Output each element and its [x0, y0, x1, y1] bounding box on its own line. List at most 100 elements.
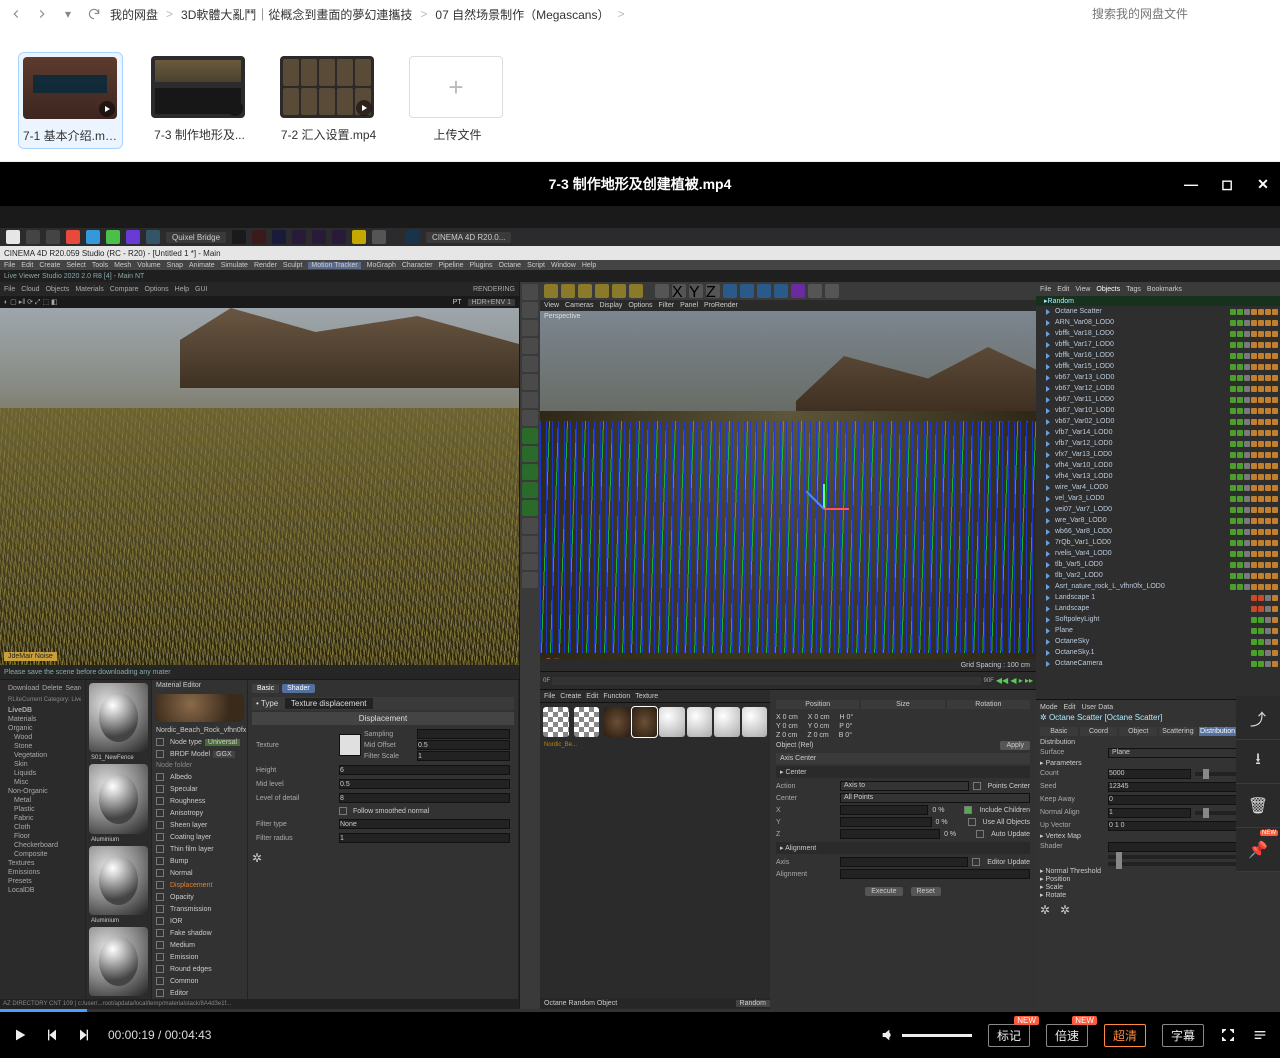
channel-item[interactable]: Anisotropy: [152, 807, 247, 819]
crumb-chapter[interactable]: 07 自然场景制作（Megascans）: [435, 6, 609, 23]
channel-item[interactable]: Displacement: [152, 879, 247, 891]
channel-item[interactable]: Thin film layer: [152, 843, 247, 855]
material-editor-preview[interactable]: Material Editor Nordic_Beach_Rock_vfhn0f…: [152, 680, 248, 999]
channel-item[interactable]: Common: [152, 975, 247, 987]
material-previews[interactable]: S01_NewFence Aluminium Aluminium: [86, 680, 152, 999]
object-row[interactable]: OctaneSky: [1036, 636, 1280, 647]
object-row[interactable]: OctaneSky.1: [1036, 647, 1280, 658]
channel-item[interactable]: Sheen layer: [152, 819, 247, 831]
channel-item[interactable]: Opacity: [152, 891, 247, 903]
crumb-root[interactable]: 我的网盘: [110, 6, 158, 23]
object-row[interactable]: vei07_Var7_LOD0: [1036, 504, 1280, 515]
window-close[interactable]: ✕: [1254, 176, 1272, 193]
coordinate-panel[interactable]: PositionSizeRotation X 0 cm X 0 cm H 0° …: [770, 690, 1036, 1009]
share-button[interactable]: ⤴: [1236, 696, 1280, 740]
object-list[interactable]: Octane ScatterARN_Var08_LOD0vbffk_Var18_…: [1036, 306, 1280, 699]
viewport-menu[interactable]: ViewCamerasDisplayOptionsFilterPanelProR…: [540, 300, 1036, 311]
pin-button[interactable]: 📌: [1236, 828, 1280, 872]
playlist-button[interactable]: [1252, 1027, 1268, 1043]
download-button[interactable]: ⭳: [1236, 740, 1280, 784]
object-row[interactable]: vb67_Var11_LOD0: [1036, 394, 1280, 405]
object-row[interactable]: OctaneCamera: [1036, 658, 1280, 669]
object-row[interactable]: vfx7_Var13_LOD0: [1036, 449, 1280, 460]
nav-refresh[interactable]: [84, 4, 104, 24]
c4d-viewport[interactable]: Perspective Z, X Grid Spacing : 100 cm: [540, 311, 1036, 671]
lv-toolbar[interactable]: ◐ ▢ ▸‖ ⟳ ⤢ ⬚ ◧PTHDR+ENV 1: [0, 296, 519, 308]
live-viewer-menu[interactable]: FileCloudObjectsMaterialsCompareOptionsH…: [0, 282, 519, 296]
object-row[interactable]: Octane Scatter: [1036, 306, 1280, 317]
fullscreen-button[interactable]: [1220, 1027, 1236, 1043]
upload-button[interactable]: + 上传文件: [405, 52, 510, 149]
speed-button[interactable]: 倍速NEW: [1046, 1024, 1088, 1047]
window-minimize[interactable]: —: [1182, 176, 1200, 192]
object-row[interactable]: wb66_Var8_LOD0: [1036, 526, 1280, 537]
viewport-toolbar[interactable]: XYZ: [540, 282, 1036, 300]
object-manager-tabs[interactable]: FileEditViewObjectsTagsBookmarks: [1036, 282, 1280, 296]
crumb-course[interactable]: 3D軟體大亂鬥｜從概念到畫面的夢幻連攜技: [181, 6, 412, 23]
window-maximize[interactable]: ◻: [1218, 176, 1236, 193]
livedb-panel[interactable]: DownloadDeleteSearch RLiteCurrent Catego…: [0, 680, 86, 999]
object-row[interactable]: vb67_Var02_LOD0: [1036, 416, 1280, 427]
channel-item[interactable]: Normal: [152, 867, 247, 879]
channel-item[interactable]: Round edges: [152, 963, 247, 975]
prev-button[interactable]: [44, 1027, 60, 1043]
search-input[interactable]: [1084, 3, 1274, 25]
play-button[interactable]: [12, 1027, 28, 1043]
file-item-3[interactable]: 7-2 汇入设置.mp4: [276, 52, 381, 149]
timeline-bar[interactable]: 0F90F ◀◀ ◀ ▸ ▸▸: [540, 671, 1036, 689]
channel-item[interactable]: Roughness: [152, 795, 247, 807]
object-row[interactable]: vbffk_Var15_LOD0: [1036, 361, 1280, 372]
channel-item[interactable]: Editor: [152, 987, 247, 999]
obj-root[interactable]: ▸ Random: [1036, 296, 1280, 306]
volume-control[interactable]: [880, 1027, 972, 1043]
object-row[interactable]: Landscape: [1036, 603, 1280, 614]
object-row[interactable]: 7rQb_Var1_LOD0: [1036, 537, 1280, 548]
delete-button[interactable]: 🗑: [1236, 784, 1280, 828]
channel-item[interactable]: Transmission: [152, 903, 247, 915]
quality-button[interactable]: 超清: [1104, 1024, 1146, 1047]
object-row[interactable]: vb67_Var10_LOD0: [1036, 405, 1280, 416]
object-row[interactable]: vfh4_Var13_LOD0: [1036, 471, 1280, 482]
object-row[interactable]: tlb_Var2_LOD0: [1036, 570, 1280, 581]
material-attributes[interactable]: BasicShader • Type Texture displacement …: [248, 680, 519, 999]
object-row[interactable]: wire_Var4_LOD0: [1036, 482, 1280, 493]
channel-item[interactable]: Albedo: [152, 771, 247, 783]
object-row[interactable]: SoftpoleyLight: [1036, 614, 1280, 625]
object-row[interactable]: wre_Var8_LOD0: [1036, 515, 1280, 526]
volume-slider[interactable]: [902, 1034, 972, 1037]
channel-item[interactable]: Specular: [152, 783, 247, 795]
video-frame[interactable]: Quixel Bridge CINEMA 4D R20.0... CINEMA …: [0, 206, 1280, 1009]
channel-item[interactable]: IOR: [152, 915, 247, 927]
file-item-2[interactable]: 7-3 制作地形及...: [147, 52, 252, 149]
nav-forward[interactable]: [32, 4, 52, 24]
subtitle-button[interactable]: 字幕: [1162, 1024, 1204, 1047]
next-button[interactable]: [76, 1027, 92, 1043]
object-row[interactable]: vel_Var3_LOD0: [1036, 493, 1280, 504]
channel-item[interactable]: Emission: [152, 951, 247, 963]
object-row[interactable]: vfb7_Var14_LOD0: [1036, 427, 1280, 438]
nav-dropdown[interactable]: ▾: [58, 4, 78, 24]
mark-button[interactable]: 标记NEW: [988, 1024, 1030, 1047]
channel-item[interactable]: Bump: [152, 855, 247, 867]
left-tool-palette[interactable]: [520, 282, 540, 1009]
object-row[interactable]: vbffk_Var16_LOD0: [1036, 350, 1280, 361]
object-row[interactable]: rvelis_Var4_LOD0: [1036, 548, 1280, 559]
material-swatches[interactable]: [540, 702, 770, 740]
object-row[interactable]: vbffk_Var18_LOD0: [1036, 328, 1280, 339]
nav-back[interactable]: [6, 4, 26, 24]
material-manager-menu[interactable]: FileCreateEditFunctionTexture: [540, 690, 770, 702]
object-row[interactable]: tlb_Var5_LOD0: [1036, 559, 1280, 570]
channel-item[interactable]: Fake shadow: [152, 927, 247, 939]
channel-item[interactable]: Medium: [152, 939, 247, 951]
object-row[interactable]: Landscape 1: [1036, 592, 1280, 603]
c4d-menu-bar[interactable]: FileEditCreateSelectToolsMeshVolumeSnapA…: [0, 260, 1280, 270]
object-row[interactable]: Plane: [1036, 625, 1280, 636]
object-row[interactable]: ARN_Var08_LOD0: [1036, 317, 1280, 328]
object-row[interactable]: vb67_Var13_LOD0: [1036, 372, 1280, 383]
object-row[interactable]: vbffk_Var17_LOD0: [1036, 339, 1280, 350]
progress-bar[interactable]: [0, 1009, 1280, 1012]
object-row[interactable]: Asrt_nature_rock_L_vfhn0fx_LOD0: [1036, 581, 1280, 592]
object-row[interactable]: vb67_Var12_LOD0: [1036, 383, 1280, 394]
channel-item[interactable]: Coating layer: [152, 831, 247, 843]
file-item-1[interactable]: 7-1 基本介绍.mp4: [18, 52, 123, 149]
